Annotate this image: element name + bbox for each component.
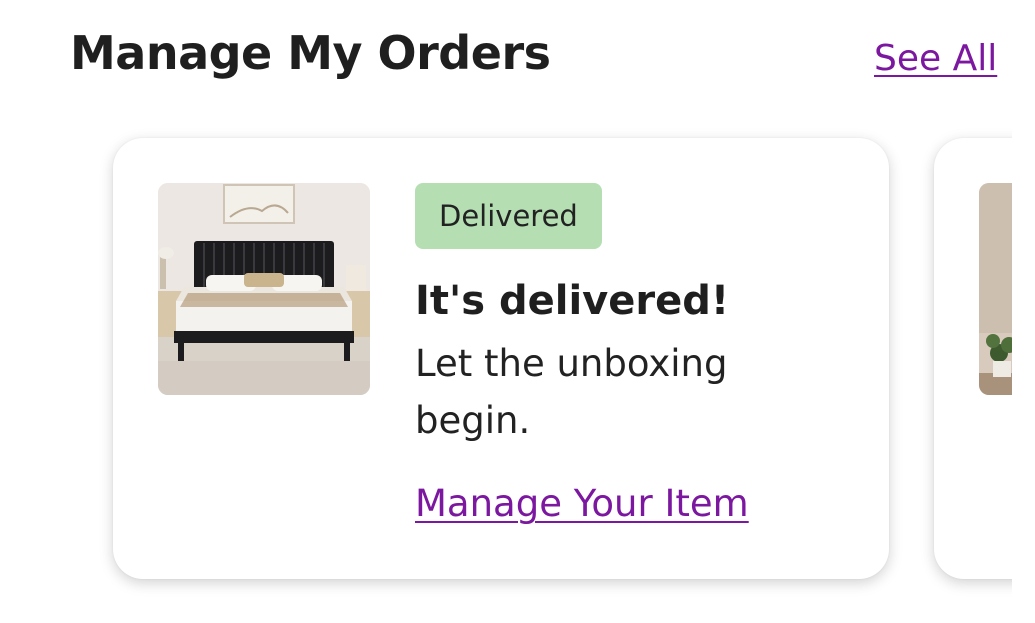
page-title: Manage My Orders	[70, 26, 551, 80]
orders-carousel[interactable]: Delivered It's delivered! Let the unboxi…	[0, 120, 1012, 623]
order-card[interactable]: Delivered It's delivered! Let the unboxi…	[113, 138, 889, 579]
status-badge: Delivered	[415, 183, 602, 249]
orders-header: Manage My Orders See All	[0, 0, 1035, 120]
bed-product-image[interactable]	[158, 183, 370, 395]
manage-item-link[interactable]: Manage Your Item	[415, 482, 749, 525]
plant-room-product-image[interactable]	[979, 183, 1012, 395]
status-heading: It's delivered!	[415, 278, 730, 324]
status-message: Let the unboxing begin.	[415, 342, 728, 442]
order-card-next[interactable]	[934, 138, 1012, 579]
see-all-link[interactable]: See All	[874, 38, 997, 79]
